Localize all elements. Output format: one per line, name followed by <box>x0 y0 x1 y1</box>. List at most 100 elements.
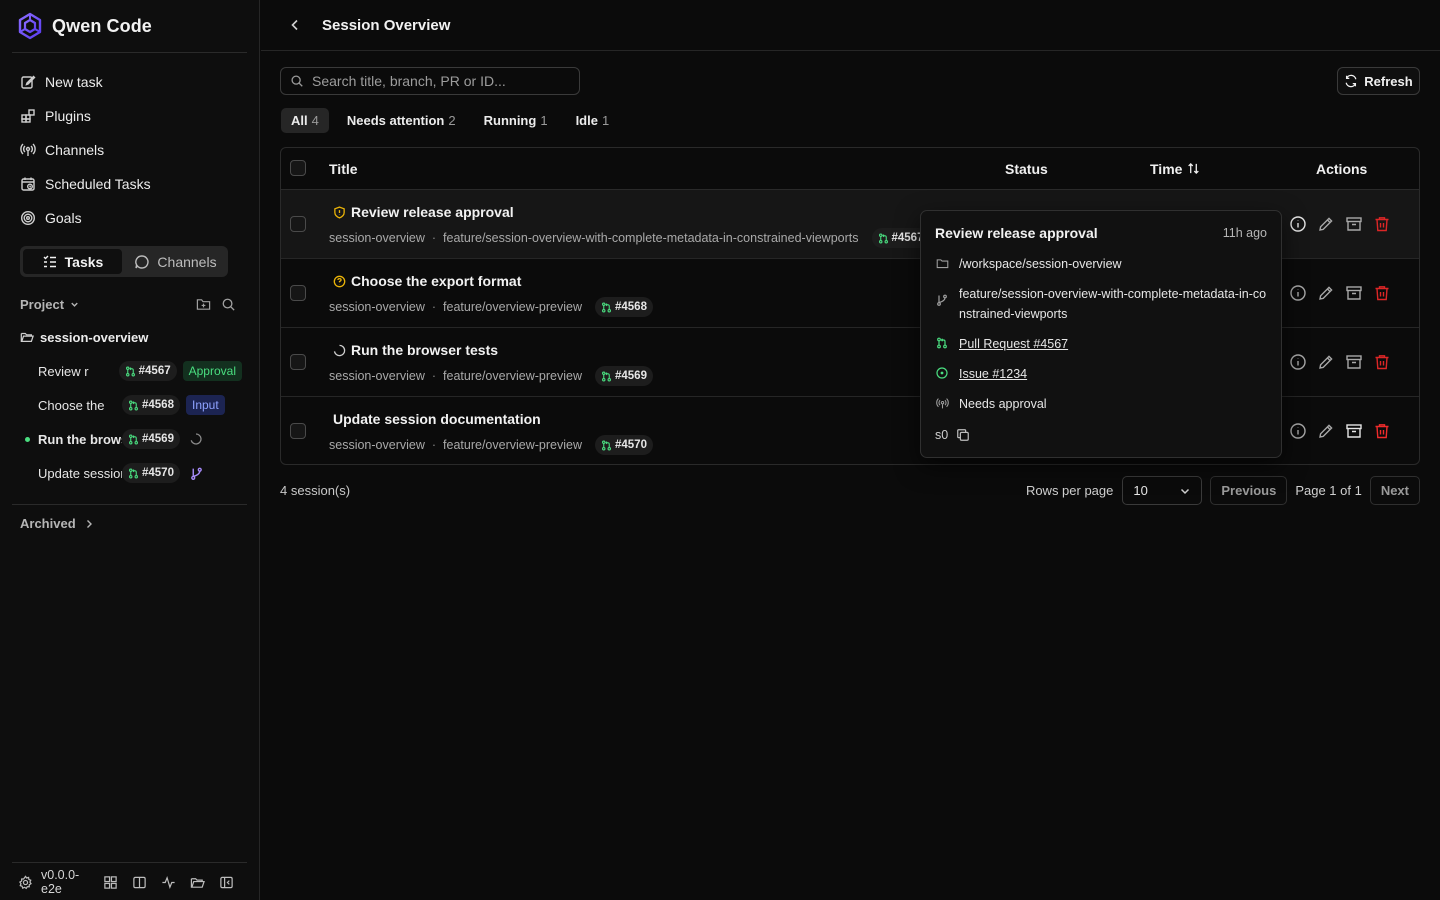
trash-icon[interactable] <box>1373 284 1391 302</box>
sidebar-divider <box>12 862 247 863</box>
info-icon[interactable] <box>1289 215 1307 233</box>
sidebar-view-toggle: Tasks Channels <box>20 246 228 277</box>
git-pull-request-icon <box>935 334 949 354</box>
column-status[interactable]: Status <box>1005 161 1048 177</box>
app-name: Qwen Code <box>52 15 152 36</box>
search-input[interactable] <box>312 73 572 89</box>
tab-needs-attention[interactable]: Needs attention 2 <box>337 108 466 133</box>
popover-branch: feature/session-overview-with-complete-m… <box>959 287 1267 321</box>
pr-chip[interactable]: #4570 <box>595 435 653 455</box>
archived-toggle[interactable]: Archived <box>20 516 94 531</box>
brand[interactable]: Qwen Code <box>16 11 152 41</box>
next-button[interactable]: Next <box>1369 476 1420 505</box>
nav-plugins[interactable]: Plugins <box>12 99 248 133</box>
loader-icon <box>190 433 202 445</box>
project-dropdown[interactable]: Project <box>20 297 80 312</box>
pencil-icon[interactable] <box>1317 353 1335 371</box>
table-header: Title Status Time Actions <box>281 148 1419 190</box>
sidebar-task-item[interactable]: Update session #4570 <box>20 456 242 490</box>
row-checkbox[interactable] <box>290 285 306 301</box>
tab-running[interactable]: Running 1 <box>474 108 558 133</box>
popover-status: Needs approval <box>959 397 1047 411</box>
rows-per-page-select[interactable]: 10 <box>1122 476 1203 505</box>
pr-number: #4570 <box>142 467 174 479</box>
sidebar-task-item[interactable]: Choose the #4568 Input <box>20 388 242 422</box>
folder-open-icon[interactable] <box>190 875 205 890</box>
trash-icon[interactable] <box>1373 353 1391 371</box>
status-badge: Input <box>185 395 225 415</box>
separator: · <box>431 369 437 383</box>
info-icon[interactable] <box>1289 353 1307 371</box>
nav-new-task[interactable]: New task <box>12 65 248 99</box>
filter-count: 1 <box>601 113 610 128</box>
tasks-toggle[interactable]: Tasks <box>23 249 122 274</box>
column-actions: Actions <box>1316 160 1368 177</box>
nav-scheduled-tasks[interactable]: Scheduled Tasks <box>12 167 248 201</box>
pr-number: #4567 <box>138 365 171 377</box>
pencil-icon[interactable] <box>1317 215 1335 233</box>
archive-icon[interactable] <box>1345 284 1363 302</box>
tab-all[interactable]: All 4 <box>281 108 329 133</box>
archive-icon[interactable] <box>1345 422 1363 440</box>
chevron-right-icon <box>84 519 94 529</box>
git-pull-request-icon <box>601 371 612 382</box>
channels-toggle-label: Channels <box>157 253 217 270</box>
pencil-icon[interactable] <box>1317 422 1335 440</box>
row-checkbox[interactable] <box>290 354 306 370</box>
info-icon[interactable] <box>1289 422 1307 440</box>
pr-chip[interactable]: #4569 <box>595 366 653 386</box>
panel-left-icon[interactable] <box>219 875 234 890</box>
sidebar-task-item[interactable]: Run the brows #4569 <box>20 422 242 456</box>
channels-toggle[interactable]: Channels <box>126 249 225 274</box>
sort-icon <box>1187 162 1200 175</box>
row-checkbox[interactable] <box>290 216 306 232</box>
previous-button[interactable]: Previous <box>1210 476 1288 505</box>
row-title: Update session documentation <box>333 411 541 427</box>
issue-link[interactable]: Issue #1234 <box>959 364 1027 384</box>
copy-icon[interactable] <box>956 425 970 445</box>
select-all-checkbox[interactable] <box>290 160 306 176</box>
project-folder[interactable]: session-overview <box>20 326 148 348</box>
pencil-icon[interactable] <box>1317 284 1335 302</box>
chevron-left-icon[interactable] <box>288 18 302 32</box>
circle-dot-icon <box>935 364 949 384</box>
popover-path-row: /workspace/session-overview <box>935 254 1122 274</box>
git-pull-request-icon <box>128 468 139 479</box>
tab-idle[interactable]: Idle 1 <box>566 108 620 133</box>
row-title: Choose the export format <box>333 273 521 289</box>
popover-id-row: s0 <box>935 425 970 445</box>
filter-count: 1 <box>540 113 548 128</box>
nav-channels[interactable]: Channels <box>12 133 248 167</box>
settings-icon[interactable] <box>18 874 33 890</box>
refresh-button[interactable]: Refresh <box>1337 67 1420 95</box>
project-header: Project <box>20 292 236 316</box>
folder-plus-icon[interactable] <box>196 297 211 312</box>
info-icon[interactable] <box>1289 284 1307 302</box>
sidebar-divider <box>12 504 247 505</box>
columns-icon[interactable] <box>132 875 147 890</box>
page-title: Session Overview <box>322 16 451 34</box>
column-title: Title <box>329 160 358 177</box>
activity-icon[interactable] <box>161 875 176 890</box>
row-checkbox[interactable] <box>290 423 306 439</box>
nav-label: Scheduled Tasks <box>45 176 151 192</box>
archive-icon[interactable] <box>1345 353 1363 371</box>
page-info: Page 1 of 1 <box>1295 483 1362 498</box>
pr-chip[interactable]: #4568 <box>595 297 653 317</box>
filter-label: Running <box>483 113 537 128</box>
layout-grid-icon[interactable] <box>103 875 118 890</box>
sidebar-footer: v0.0.0-e2e <box>12 866 248 898</box>
separator: · <box>431 231 437 245</box>
nav-goals[interactable]: Goals <box>12 201 248 235</box>
trash-icon[interactable] <box>1373 422 1391 440</box>
pull-request-link[interactable]: Pull Request #4567 <box>959 334 1068 354</box>
filter-label: Idle <box>575 113 598 128</box>
column-time[interactable]: Time <box>1150 161 1200 177</box>
git-branch-icon <box>190 467 203 480</box>
trash-icon[interactable] <box>1373 215 1391 233</box>
chevron-down-icon <box>1179 485 1191 497</box>
qwen-logo-icon <box>16 12 44 40</box>
sidebar-task-item[interactable]: Review r #4567 Approval <box>20 354 242 388</box>
archive-icon[interactable] <box>1345 215 1363 233</box>
search-icon[interactable] <box>221 297 236 312</box>
